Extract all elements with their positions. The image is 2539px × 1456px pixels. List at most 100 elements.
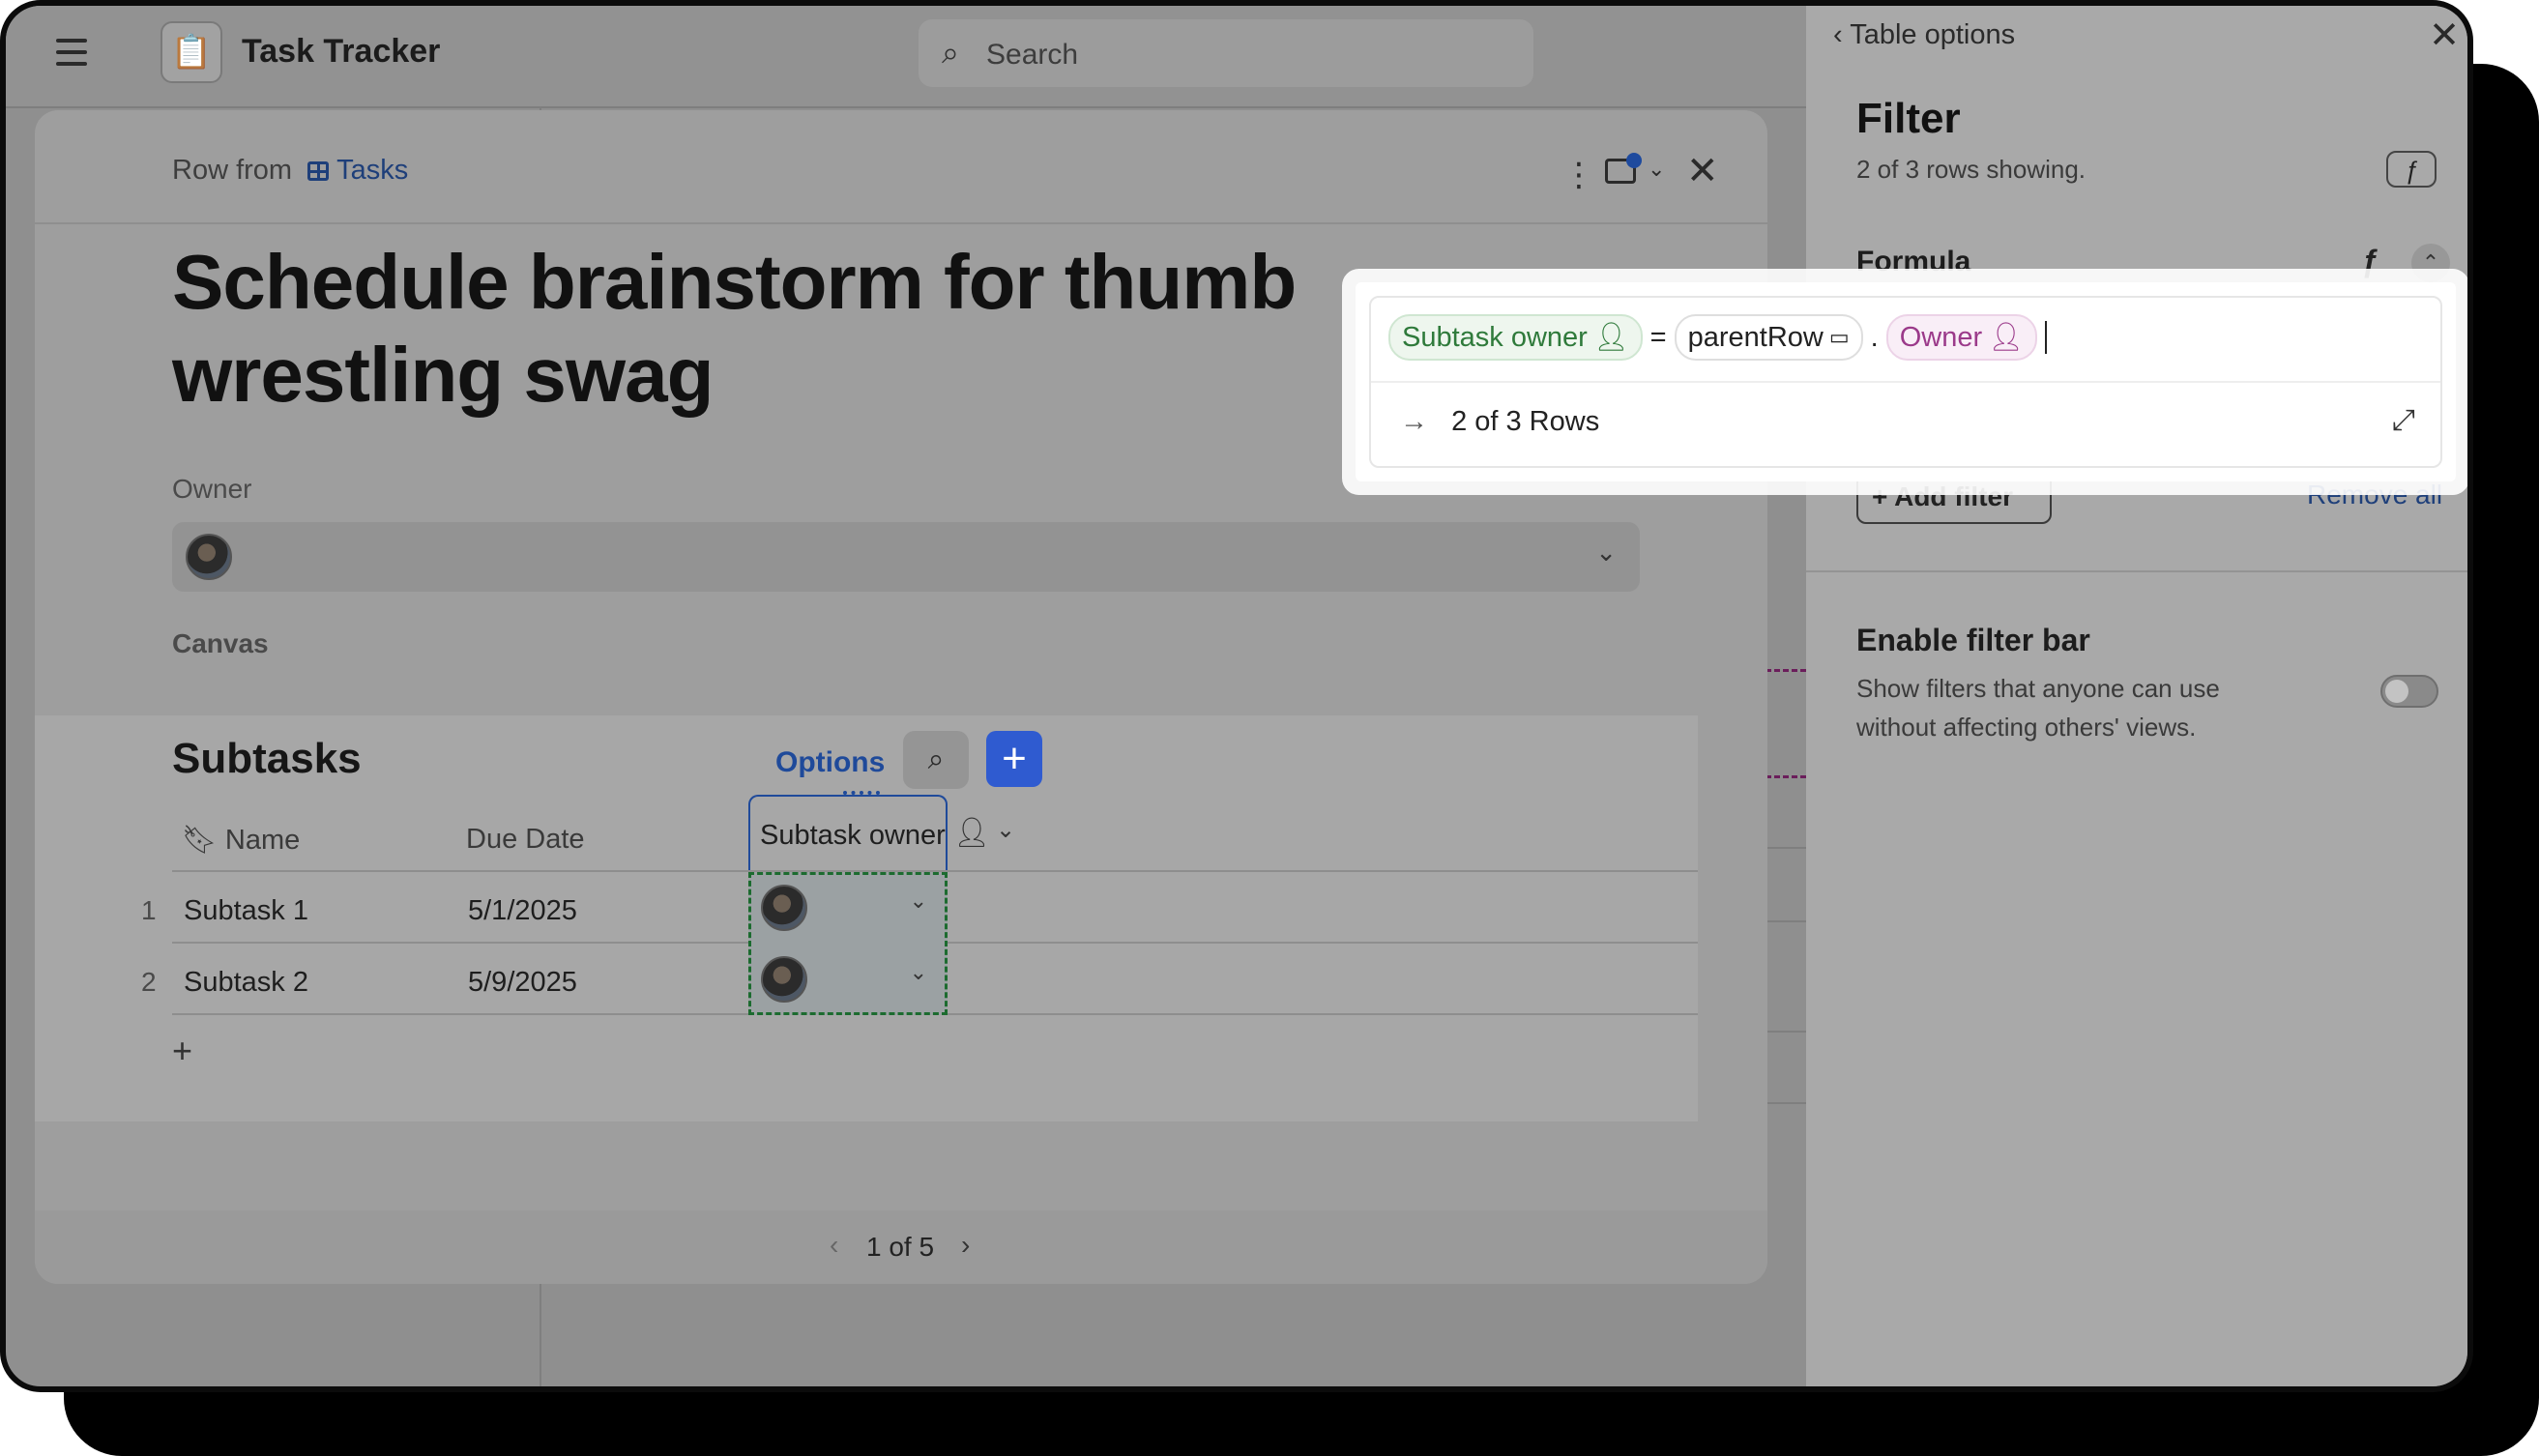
- menu-icon[interactable]: [56, 39, 87, 66]
- column-subtask-owner-label: Subtask owner: [760, 820, 946, 851]
- table-options-panel: ‹ Table options ✕ Filter 2 of 3 rows sho…: [1806, 6, 2467, 1386]
- search-placeholder: Search: [986, 39, 1079, 71]
- due-date-cell[interactable]: 5/1/2025: [468, 895, 577, 927]
- plus-icon: +: [1872, 481, 1888, 511]
- dot-operator: .: [1870, 321, 1879, 353]
- result-text: 2 of 3 Rows: [1451, 406, 1600, 437]
- chevron-down-icon: ⌄: [1595, 538, 1617, 567]
- token-label: Subtask owner: [1402, 321, 1588, 353]
- formula-expression[interactable]: Subtask owner 👤︎ = parentRow ▭ . Owner 👤…: [1388, 311, 2047, 364]
- app-title: Task Tracker: [242, 33, 441, 70]
- formula-token-subtask-owner[interactable]: Subtask owner 👤︎: [1388, 314, 1643, 361]
- row-title[interactable]: Schedule brainstorm for thumb wrestling …: [172, 236, 1371, 422]
- due-date-cell[interactable]: 5/9/2025: [468, 967, 577, 999]
- column-name-label: Name: [224, 825, 301, 856]
- chevron-up-icon: ⌃: [2421, 250, 2440, 275]
- background-dashed-line: [1766, 669, 1806, 672]
- search-input[interactable]: ⌕ Search: [919, 19, 1533, 87]
- share-button[interactable]: ⌄: [1605, 153, 1667, 188]
- text-cursor: [2044, 321, 2047, 354]
- column-header-name[interactable]: 🔖︎ Name: [182, 824, 300, 857]
- filter-bar-toggle[interactable]: [2380, 675, 2438, 708]
- app-window: 📋 Task Tracker ⌕ Search Row from Tasks ⋮…: [0, 0, 2473, 1392]
- formula-token-owner[interactable]: Owner 👤︎: [1885, 314, 2037, 361]
- token-label: Owner: [1899, 321, 1983, 353]
- formula-icon: ƒ: [2361, 244, 2378, 278]
- search-icon: ⌕: [927, 743, 945, 775]
- add-row-button[interactable]: +: [172, 1031, 192, 1071]
- background-dashed-line: [1766, 775, 1806, 778]
- column-header-due-date[interactable]: Due Date: [466, 824, 585, 856]
- row-number: 2: [141, 967, 157, 997]
- row-number: 1: [141, 895, 157, 925]
- background-row-line: [1766, 920, 1806, 922]
- panel-title: Filter: [1856, 95, 1961, 142]
- popup-divider: [1371, 381, 2440, 383]
- notification-dot: [1626, 153, 1642, 168]
- back-label: Table options: [1850, 19, 2016, 50]
- formula-editor-popup: Subtask owner 👤︎ = parentRow ▭ . Owner 👤…: [1356, 282, 2456, 481]
- bookmark-icon: 🔖︎: [182, 825, 218, 856]
- avatar: [761, 956, 807, 1003]
- canvas-label: Canvas: [172, 628, 269, 658]
- formula-label: Formula: [1856, 246, 1971, 277]
- page-indicator: 1 of 5: [866, 1232, 935, 1262]
- table-icon: [307, 161, 330, 181]
- filter-bar-description: Show filters that anyone can use without…: [1856, 674, 2220, 742]
- row-icon: ▭: [1828, 325, 1850, 349]
- arrow-right-icon: →: [1400, 406, 1428, 437]
- chevron-left-icon: ‹: [1833, 19, 1843, 50]
- table-link[interactable]: Tasks: [307, 155, 408, 186]
- close-icon[interactable]: ✕: [1686, 149, 1719, 193]
- modal-header: Row from Tasks ⋮ ⌄ ✕: [35, 110, 1767, 224]
- filter-bar-title: Enable filter bar: [1856, 623, 2090, 657]
- background-row-line: [1766, 1102, 1806, 1104]
- panel-divider: [1806, 570, 2467, 572]
- subtask-owner-column-cells[interactable]: ⌄ ⌄: [748, 872, 948, 1015]
- chevron-down-icon[interactable]: ⌄: [910, 888, 927, 914]
- subtask-name-cell[interactable]: Subtask 2: [184, 967, 308, 999]
- formula-result: → 2 of 3 Rows: [1400, 406, 1599, 438]
- previous-page-button[interactable]: ‹: [830, 1230, 838, 1261]
- subtasks-title: Subtasks: [172, 735, 362, 782]
- avatar: [186, 534, 232, 580]
- subtasks-section: Subtasks Options ⌕ + 🔖︎ Name Due Date Su…: [35, 715, 1698, 1121]
- pagination: ‹ 1 of 5 ›: [35, 1210, 1767, 1284]
- chevron-down-icon: ⌄: [1648, 157, 1666, 181]
- toggle-knob: [2385, 680, 2408, 703]
- add-filter-label: Add filter: [1894, 481, 2013, 511]
- expand-icon[interactable]: ⤢: [2392, 404, 2415, 437]
- clipboard-icon: 📋: [161, 21, 222, 83]
- add-subtask-button[interactable]: +: [986, 731, 1042, 787]
- options-button[interactable]: Options: [775, 746, 885, 779]
- background-row-line: [1766, 847, 1806, 849]
- search-icon: ⌕: [942, 35, 959, 70]
- person-icon: 👤︎: [1592, 322, 1629, 353]
- formula-mode-button[interactable]: ƒ: [2386, 151, 2437, 188]
- chevron-down-icon[interactable]: ⌄: [996, 816, 1015, 844]
- rows-showing-text: 2 of 3 rows showing.: [1856, 155, 2087, 184]
- search-button[interactable]: ⌕: [903, 731, 969, 789]
- chevron-down-icon[interactable]: ⌄: [910, 960, 927, 985]
- remove-all-link[interactable]: Remove all: [2307, 480, 2442, 510]
- avatar: [761, 885, 807, 931]
- person-icon: 👤︎: [1988, 322, 2024, 353]
- row-from-label: Row from: [172, 155, 293, 186]
- subtask-name-cell[interactable]: Subtask 1: [184, 895, 308, 927]
- equals-operator: =: [1649, 321, 1667, 353]
- more-options-icon[interactable]: ⋮: [1562, 159, 1595, 191]
- formula-editor[interactable]: Subtask owner 👤︎ = parentRow ▭ . Owner 👤…: [1369, 296, 2442, 468]
- close-icon[interactable]: ✕: [2429, 14, 2460, 57]
- background-row-line: [1766, 1031, 1806, 1033]
- formula-token-parent-row[interactable]: parentRow ▭: [1674, 314, 1863, 361]
- column-header-subtask-owner[interactable]: Subtask owner: [748, 795, 948, 872]
- row-from-breadcrumb: Row from Tasks: [172, 155, 408, 187]
- next-page-button[interactable]: ›: [961, 1230, 970, 1261]
- back-button[interactable]: ‹ Table options: [1833, 19, 2015, 51]
- owner-select[interactable]: ⌄: [172, 522, 1640, 592]
- top-bar: 📋 Task Tracker ⌕ Search: [6, 6, 1806, 108]
- token-label: parentRow: [1687, 321, 1824, 353]
- owner-label: Owner: [172, 474, 252, 504]
- collapse-button[interactable]: ⌃: [2411, 244, 2450, 282]
- table-name: Tasks: [336, 155, 409, 186]
